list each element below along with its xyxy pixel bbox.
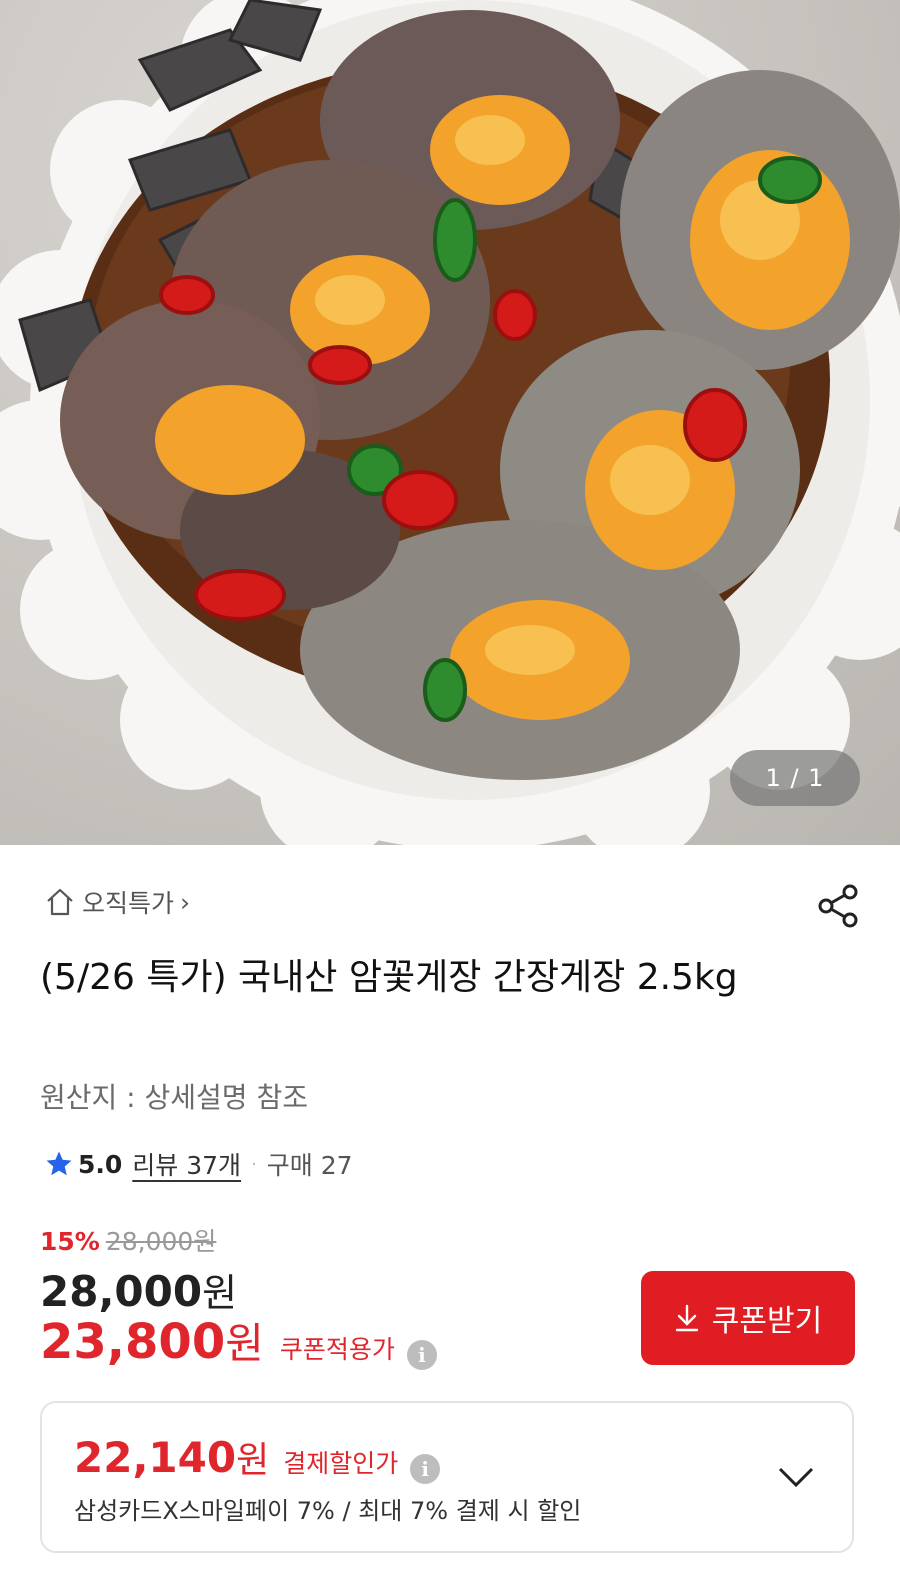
coupon-price: 23,800 bbox=[40, 1314, 226, 1370]
discount-percent: 15% bbox=[40, 1227, 100, 1256]
payment-discount-panel[interactable]: 22,140 원 결제할인가 i 삼성카드X스마일페이 7% / 최대 7% 결… bbox=[40, 1401, 854, 1553]
rating-score: 5.0 bbox=[78, 1149, 123, 1179]
breadcrumb[interactable]: 오직특가 › bbox=[44, 884, 190, 920]
get-coupon-button[interactable]: 쿠폰받기 bbox=[641, 1271, 855, 1365]
star-icon bbox=[46, 1151, 72, 1176]
coupon-price-row: 23,800 원 쿠폰적용가 i bbox=[40, 1310, 437, 1371]
chevron-right-icon: › bbox=[180, 887, 191, 917]
discount-row: 15% 28,000원 bbox=[40, 1222, 216, 1258]
review-link[interactable]: 리뷰 37개 bbox=[132, 1146, 241, 1182]
payment-price-row: 22,140 원 결제할인가 i bbox=[74, 1431, 441, 1484]
product-origin: 원산지 : 상세설명 참조 bbox=[40, 1081, 308, 1114]
info-icon[interactable]: i bbox=[410, 1454, 441, 1484]
separator: · bbox=[251, 1153, 257, 1175]
original-price: 28,000원 bbox=[105, 1227, 217, 1256]
crab-dish-illustration bbox=[0, 0, 900, 845]
download-icon bbox=[675, 1304, 698, 1332]
purchase-count: 구매 27 bbox=[266, 1151, 353, 1180]
image-counter: 1 / 1 bbox=[730, 750, 860, 806]
sale-price: 28,000원 bbox=[40, 1267, 238, 1316]
breadcrumb-label: 오직특가 bbox=[82, 889, 175, 918]
get-coupon-label: 쿠폰받기 bbox=[711, 1305, 823, 1338]
rating-row: 5.0 리뷰 37개 · 구매 27 bbox=[44, 1144, 353, 1184]
payment-price: 22,140 bbox=[74, 1433, 237, 1482]
coupon-price-label: 쿠폰적용가 bbox=[279, 1335, 395, 1364]
chevron-down-icon[interactable] bbox=[776, 1461, 816, 1491]
payment-detail: 삼성카드X스마일페이 7% / 최대 7% 결제 시 할인 bbox=[74, 1497, 582, 1525]
info-icon[interactable]: i bbox=[406, 1340, 437, 1370]
product-image[interactable]: 1 / 1 bbox=[0, 0, 900, 845]
share-icon[interactable] bbox=[814, 882, 862, 930]
product-title: (5/26 특가) 국내산 암꽃게장 간장게장 2.5kg bbox=[40, 957, 738, 998]
payment-price-label: 결제할인가 bbox=[283, 1449, 399, 1478]
home-icon bbox=[47, 888, 73, 916]
